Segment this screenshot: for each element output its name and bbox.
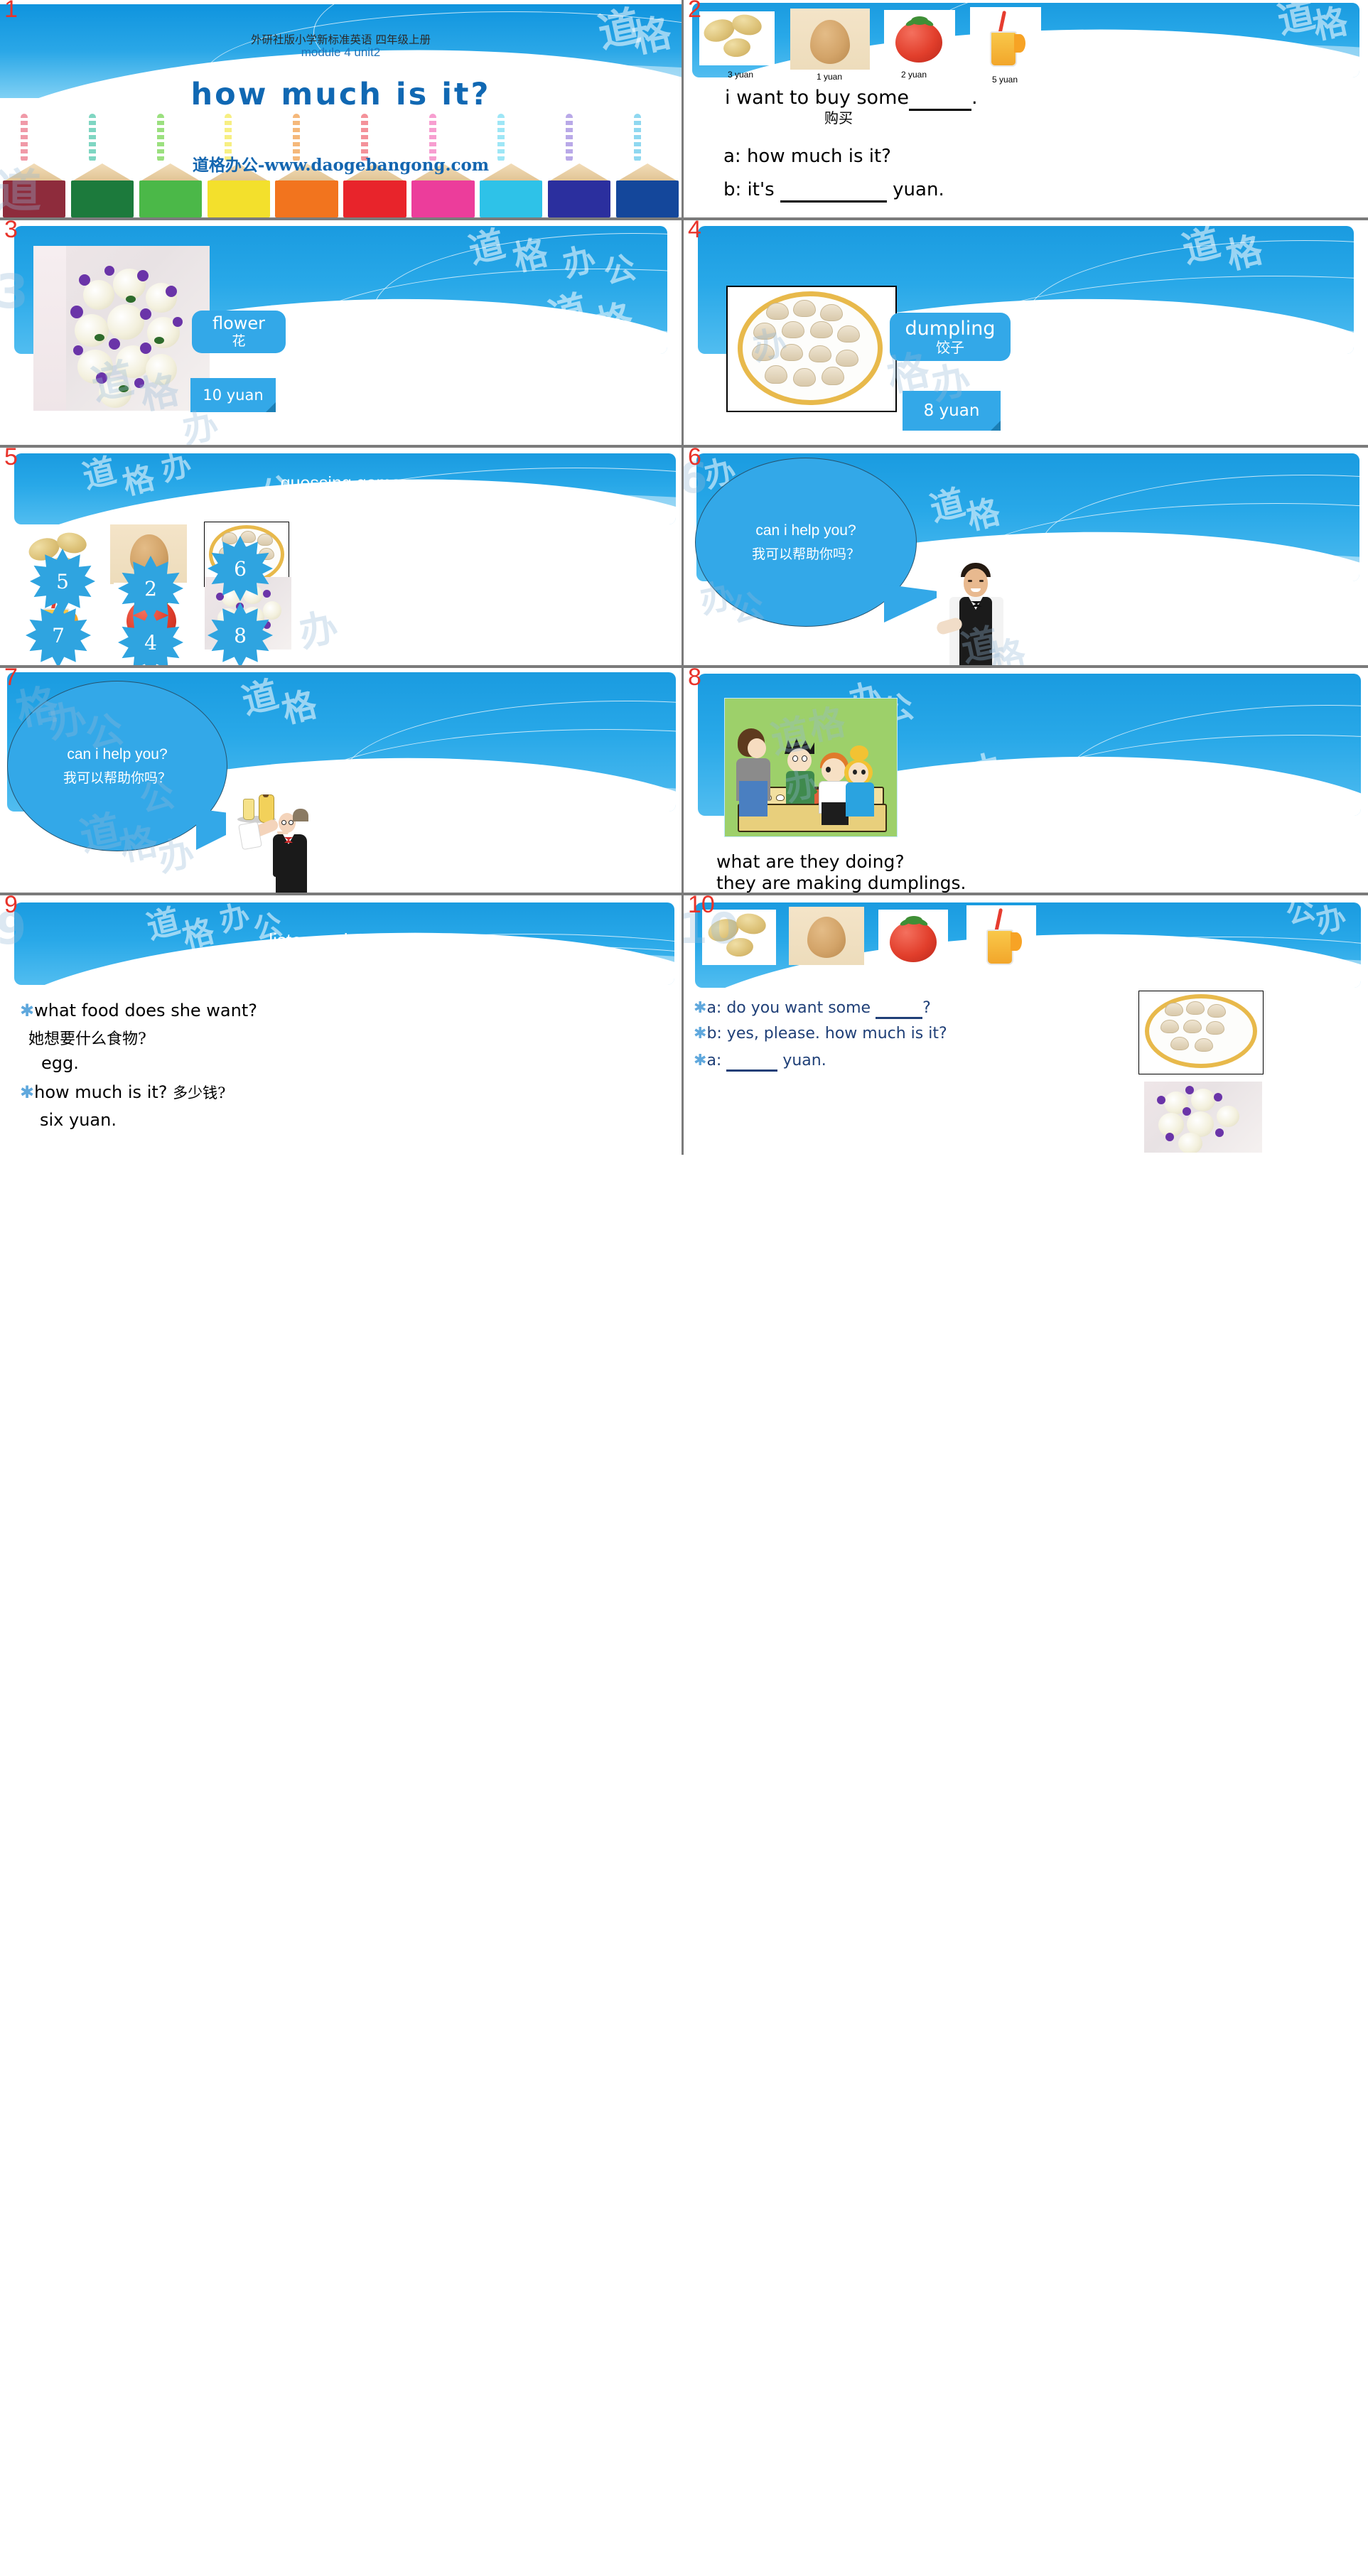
slide5-title: guessing game bbox=[280, 473, 402, 493]
slide-cell-1[interactable]: 道 格 外研社版小学新标准英语 四年级上册 module 4 unit2 how… bbox=[0, 0, 684, 220]
slide-number-5: 5 bbox=[4, 448, 18, 470]
slide10-line2: ✱b: yes, please. how much is it? bbox=[694, 1025, 947, 1042]
slide10-line3: ✱a: yuan. bbox=[694, 1052, 826, 1072]
slide-cell-2[interactable]: 道 格 3 yuan 1 yuan 2 yuan 5 yuan i want t… bbox=[684, 0, 1368, 220]
slide2-line3: b: it's yuan. bbox=[723, 179, 944, 203]
slide-6: 办 道 格 can i help you? 我可以帮助你吗？ 道 格 办 公 bbox=[684, 448, 1368, 665]
slide-7: 道 格 can i help you? 我可以帮助你吗？ 格 办 公 道 格 办… bbox=[0, 668, 682, 893]
bullet-asterisk-icon-3: ✱ bbox=[694, 999, 707, 1017]
bubble6-cn: 我可以帮助你吗？ bbox=[751, 546, 860, 562]
slide9-q1: ✱what food does she want? bbox=[20, 1001, 257, 1020]
slide2-line2: a: how much is it? bbox=[723, 146, 891, 167]
slide9-a2: six yuan. bbox=[40, 1110, 117, 1130]
price-card-dumpling: 8 yuan bbox=[903, 391, 1001, 431]
slide-4: 道 格 dumpling 饺子 8 yuan 格 办 办 bbox=[684, 220, 1368, 445]
word-card-dumpling: dumpling 饺子 bbox=[890, 313, 1011, 361]
slide10-line1: ✱a: do you want some ? bbox=[694, 999, 931, 1019]
slide-number-9: 9 bbox=[4, 895, 18, 918]
bubble6-en: can i help you? bbox=[755, 522, 856, 539]
slide10-tomato-photo bbox=[878, 910, 948, 965]
slide9-a1: egg. bbox=[41, 1053, 79, 1073]
slide-cell-4[interactable]: 道 格 dumpling 饺子 8 yuan 格 办 办 4 bbox=[684, 220, 1368, 448]
slide9-q2: ✱how much is it? 多少钱? bbox=[20, 1082, 226, 1102]
slide-number-1: 1 bbox=[4, 0, 18, 23]
slide1-subtitle: 外研社版小学新标准英语 四年级上册 bbox=[251, 33, 431, 46]
price-potato: 3 yuan bbox=[728, 70, 754, 80]
slide-cell-8[interactable]: 办 公 办 公 bbox=[684, 668, 1368, 895]
slide-number-10: 10 bbox=[688, 895, 715, 918]
kids-making-dumplings-cartoon bbox=[724, 698, 898, 837]
price-egg: 1 yuan bbox=[817, 72, 843, 82]
slide1-watermark-url: 道格办公-www.daogebangong.com bbox=[192, 156, 490, 175]
speech-bubble-7: can i help you? 我可以帮助你吗？ bbox=[7, 681, 227, 851]
slide-cell-10[interactable]: 办 公 ✱a: do you want some ? ✱b: yes, plea… bbox=[684, 895, 1368, 1155]
slide-number-7: 7 bbox=[4, 668, 18, 691]
bubble7-en: can i help you? bbox=[67, 745, 168, 762]
slide-2: 道 格 3 yuan 1 yuan 2 yuan 5 yuan i want t… bbox=[684, 0, 1368, 217]
bullet-asterisk-icon: ✱ bbox=[20, 1001, 35, 1020]
slide10-dumplings-photo bbox=[1138, 991, 1264, 1074]
price-card-flower: 10 yuan bbox=[190, 378, 276, 412]
slide-number-2: 2 bbox=[688, 0, 701, 23]
slide2-line1-cn: 购买 bbox=[824, 109, 853, 126]
potato-photo bbox=[699, 11, 775, 65]
slide9-title: listen and answer bbox=[269, 929, 413, 951]
slide-3: 道 格 办 公 道 格 flower 花 10 yuan 道 格 办 bbox=[0, 220, 682, 445]
slide-cell-9[interactable]: 道 格 办 公 listen and answer ✱what food doe… bbox=[0, 895, 684, 1155]
flower-bouquet-photo bbox=[33, 246, 210, 411]
slide10-egg-photo bbox=[789, 907, 864, 965]
bullet-asterisk-icon-4: ✱ bbox=[694, 1025, 707, 1042]
price-tomato: 2 yuan bbox=[901, 70, 927, 80]
slide8-question: what are they doing? bbox=[716, 851, 905, 872]
slide-cell-7[interactable]: 道 格 can i help you? 我可以帮助你吗？ 格 办 公 道 格 办… bbox=[0, 668, 684, 895]
waiter-man-photo bbox=[937, 561, 1015, 665]
slide-cell-5[interactable]: 道 格 办 公 办 guessing game 5 2 6 7 4 8 办 5 bbox=[0, 448, 684, 668]
slide-number-4: 4 bbox=[688, 220, 701, 243]
slide-10: 办 公 ✱a: do you want some ? ✱b: yes, plea… bbox=[684, 895, 1368, 1155]
slide-cell-6[interactable]: 办 道 格 can i help you? 我可以帮助你吗？ 道 格 办 公 6 bbox=[684, 448, 1368, 668]
slide-cell-3[interactable]: 道 格 办 公 道 格 flower 花 10 yuan 道 格 办 3 bbox=[0, 220, 684, 448]
juice-photo bbox=[970, 7, 1041, 72]
slide10-flower-photo bbox=[1144, 1082, 1262, 1153]
cartoon-waiter-photo bbox=[226, 794, 320, 893]
slide-9: 道 格 办 公 listen and answer ✱what food doe… bbox=[0, 895, 682, 1155]
slide-5: 道 格 办 公 办 guessing game 5 2 6 7 4 8 办 bbox=[0, 448, 682, 665]
slide9-q1-cn: 她想要什么食物? bbox=[28, 1030, 146, 1048]
slide10-juice-photo bbox=[966, 905, 1036, 969]
bullet-asterisk-icon-5: ✱ bbox=[694, 1052, 707, 1069]
slide-1: 道 格 外研社版小学新标准英语 四年级上册 module 4 unit2 how… bbox=[0, 0, 682, 217]
slide-8: 办 公 办 公 bbox=[684, 668, 1368, 893]
slide-number-6: 6 bbox=[688, 448, 701, 470]
bubble7-cn: 我可以帮助你吗？ bbox=[63, 770, 171, 786]
slide-number-8: 8 bbox=[688, 668, 701, 691]
egg-photo bbox=[790, 9, 870, 70]
word-card-flower: flower 花 bbox=[192, 311, 286, 353]
slide1-title: how much is it? bbox=[190, 77, 491, 112]
slide-deck: 道 格 外研社版小学新标准英语 四年级上册 module 4 unit2 how… bbox=[0, 0, 1368, 1155]
slide-number-3: 3 bbox=[4, 220, 18, 243]
dumplings-plate-photo bbox=[726, 286, 897, 412]
tomato-photo bbox=[884, 10, 955, 67]
price-juice: 5 yuan bbox=[992, 75, 1018, 85]
bullet-asterisk-icon-2: ✱ bbox=[20, 1082, 35, 1102]
slide8-answer: they are making dumplings. bbox=[716, 873, 966, 893]
slide1-module: module 4 unit2 bbox=[301, 45, 381, 59]
